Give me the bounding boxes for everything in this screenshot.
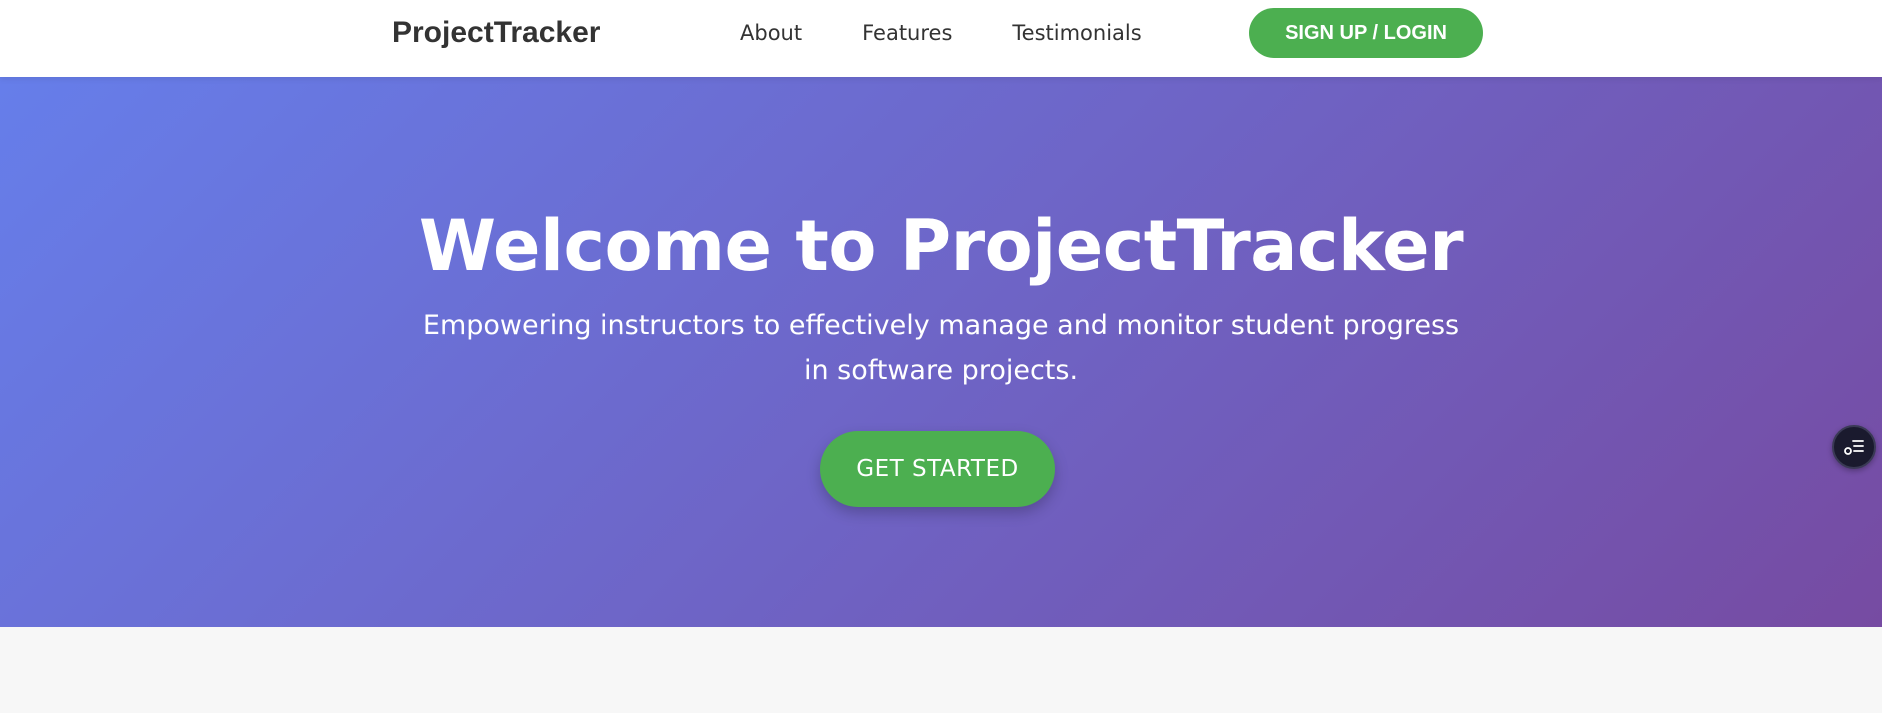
nav-link-features[interactable]: Features xyxy=(862,20,952,46)
nav-links: About Features Testimonials xyxy=(740,20,1142,46)
signup-login-button[interactable]: SIGN UP / LOGIN xyxy=(1249,8,1483,58)
nav-link-about[interactable]: About xyxy=(740,20,802,46)
get-started-button[interactable]: GET STARTED xyxy=(820,431,1055,507)
hero-subtitle: Empowering instructors to effectively ma… xyxy=(422,310,1460,386)
brand-logo[interactable]: ProjectTracker xyxy=(392,14,600,52)
top-navbar: ProjectTracker About Features Testimonia… xyxy=(0,0,1882,77)
floating-settings-button[interactable] xyxy=(1832,425,1876,469)
nav-link-testimonials[interactable]: Testimonials xyxy=(1012,20,1141,46)
hero-title: Welcome to ProjectTracker xyxy=(418,205,1464,287)
list-settings-icon xyxy=(1844,440,1864,455)
hero-section: Welcome to ProjectTracker Empowering ins… xyxy=(0,77,1882,627)
